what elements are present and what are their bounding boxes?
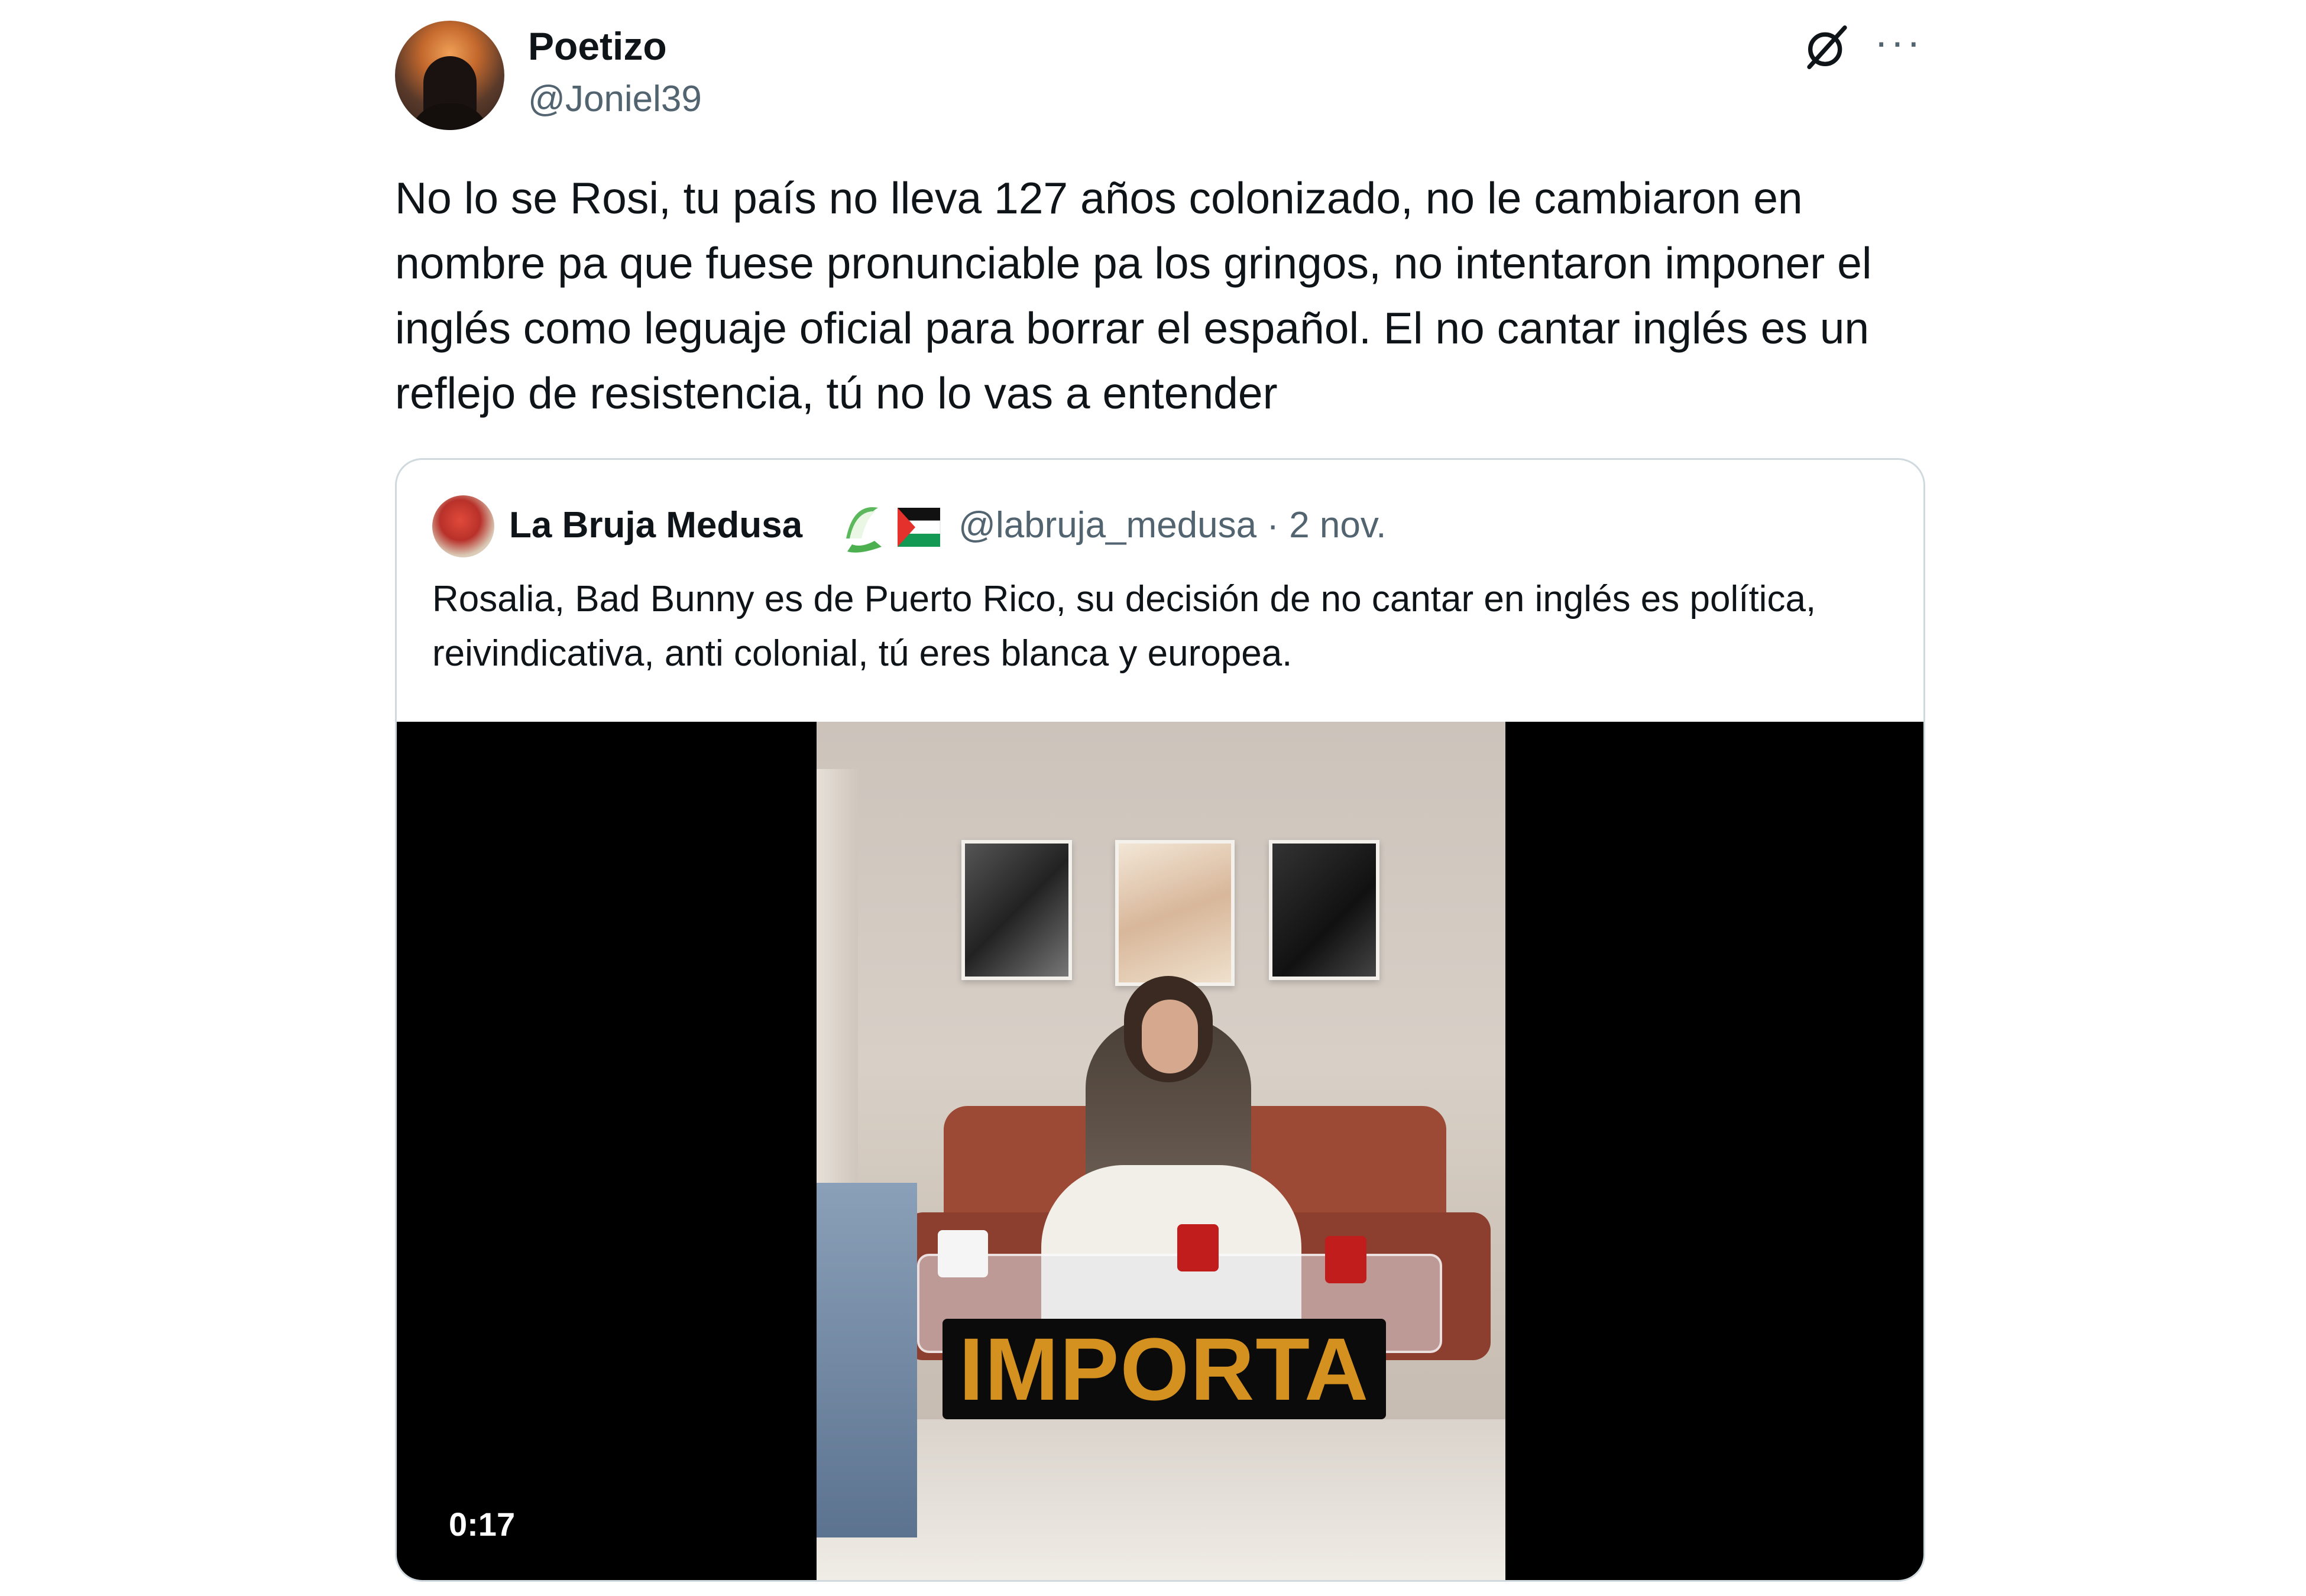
guest-legs	[817, 1183, 917, 1537]
video-frame: IMPORTA	[817, 722, 1505, 1580]
watermelon-and-palestine-flag-emoji	[846, 507, 941, 553]
avatar-silhouette-body	[410, 103, 490, 130]
red-mug	[1325, 1236, 1366, 1283]
poster-right	[1269, 840, 1379, 980]
red-mug	[1177, 1224, 1219, 1271]
quoted-tweet-card[interactable]: La Bruja Medusa @labruja_medusa · 2 nov.…	[395, 458, 1925, 1582]
poster-left	[961, 840, 1072, 980]
quoted-author-name[interactable]: La Bruja Medusa	[509, 504, 802, 546]
poster-center	[1115, 840, 1235, 986]
grok-icon[interactable]	[1803, 24, 1851, 71]
video-caption: IMPORTA	[943, 1319, 1386, 1419]
video-player[interactable]: IMPORTA 0:17	[397, 722, 1923, 1580]
author-display-name[interactable]: Poetizo	[528, 24, 667, 69]
video-timecode: 0:17	[449, 1506, 516, 1543]
quoted-author-avatar[interactable]	[432, 495, 494, 557]
tweet-text: No lo se Rosi, tu país no lleva 127 años…	[395, 173, 1872, 418]
more-options-icon[interactable]: ···	[1874, 21, 1928, 68]
author-handle[interactable]: @Joniel39	[528, 78, 702, 120]
floor	[817, 1419, 1505, 1580]
white-mug	[938, 1230, 988, 1277]
person-face	[1142, 1000, 1198, 1073]
quoted-handle-and-date[interactable]: @labruja_medusa · 2 nov.	[958, 504, 1387, 546]
author-avatar[interactable]	[395, 21, 504, 130]
quoted-tweet-text: Rosalia, Bad Bunny es de Puerto Rico, su…	[432, 579, 1816, 674]
